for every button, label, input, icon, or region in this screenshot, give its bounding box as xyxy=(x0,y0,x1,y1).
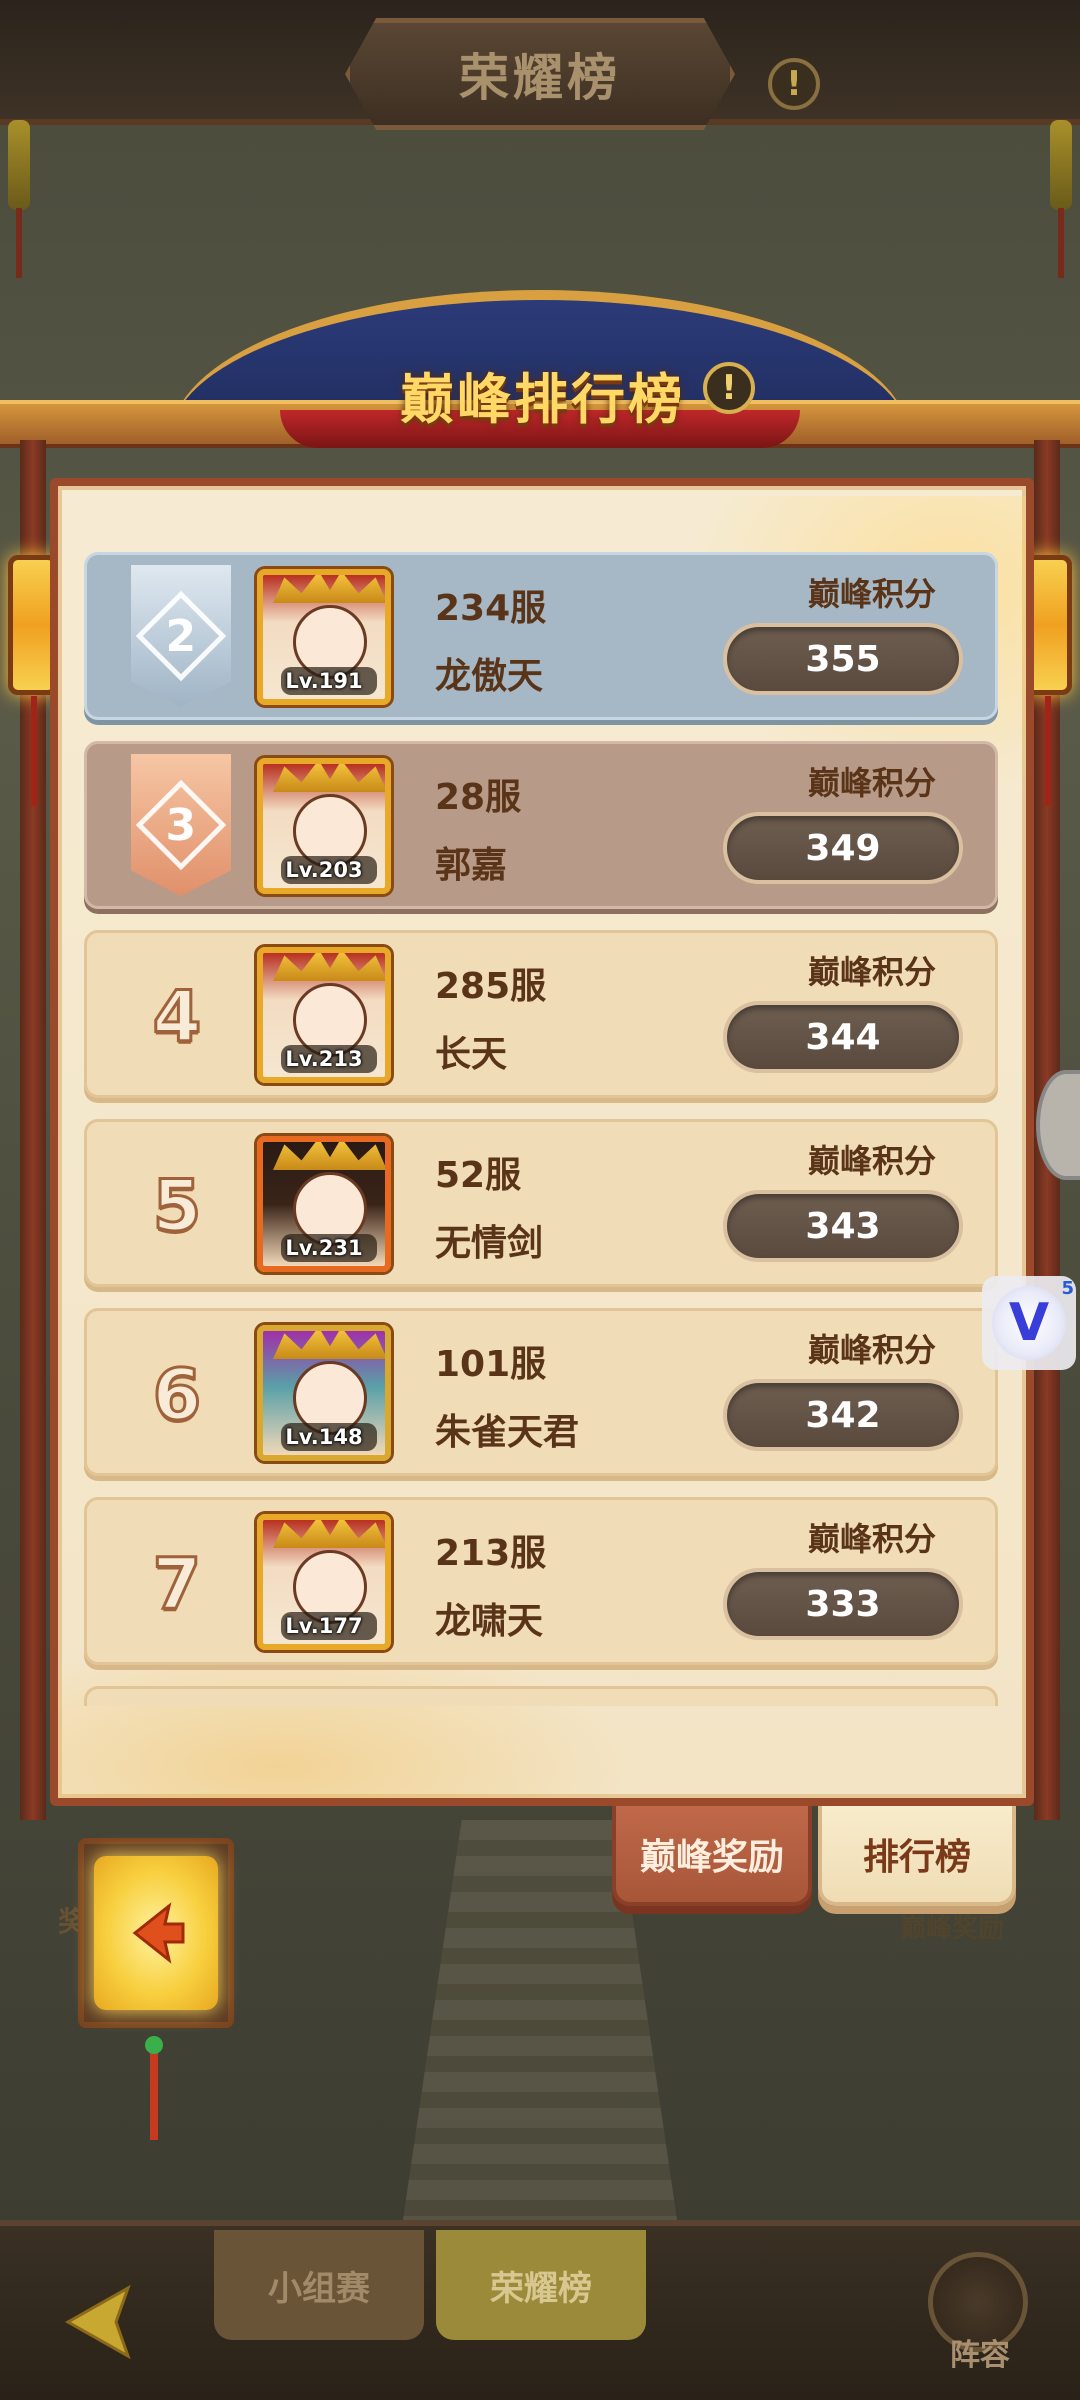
rank-number: 3 xyxy=(165,799,197,851)
header-title: 荣耀榜 xyxy=(459,49,621,107)
player-avatar[interactable]: Lv.148 xyxy=(257,1325,391,1461)
rank-number: 6 xyxy=(151,1353,203,1438)
player-name: 龙傲天 xyxy=(435,656,544,697)
nav-tab-group-stage[interactable]: 小组赛 xyxy=(214,2230,424,2340)
crown-icon xyxy=(273,1142,385,1170)
ranking-list[interactable]: 2 Lv.191 234服 龙傲天 巅峰积分 355 3 Lv.203 28服 … xyxy=(84,552,998,1706)
player-server: 101服 xyxy=(435,1344,547,1385)
score-label: 巅峰积分 xyxy=(807,1520,936,1558)
player-name: 朱雀天君 xyxy=(435,1412,580,1453)
board-roof: 巅峰排行榜 xyxy=(0,290,1080,448)
player-server: 234服 xyxy=(435,588,547,629)
crown-icon xyxy=(273,1520,385,1548)
v-icon: V xyxy=(992,1286,1066,1360)
player-name: 龙啸天 xyxy=(435,1601,544,1642)
nav-lineup-label: 阵容 xyxy=(950,2338,1010,2373)
score-value: 333 xyxy=(723,1568,963,1640)
rank-badge-icon: 2 xyxy=(131,565,231,707)
score-label: 巅峰积分 xyxy=(807,764,936,802)
ranking-row[interactable]: 4 Lv.213 285服 长天 巅峰积分 344 xyxy=(84,930,998,1098)
tab-peak-reward[interactable]: 巅峰奖励 xyxy=(612,1806,812,1906)
player-level: Lv.213 xyxy=(285,1047,363,1071)
player-name: 长天 xyxy=(435,1034,508,1075)
player-level: Lv.148 xyxy=(285,1425,363,1449)
ranking-row[interactable]: 2 Lv.191 234服 龙傲天 巅峰积分 355 xyxy=(84,552,998,720)
score-value: 344 xyxy=(723,1001,963,1073)
floating-v-button[interactable]: V 5 xyxy=(982,1276,1076,1370)
score-label: 巅峰积分 xyxy=(807,953,936,991)
back-button[interactable] xyxy=(94,1856,218,2010)
player-name: 无情剑 xyxy=(435,1223,544,1264)
ranking-row[interactable]: 5 Lv.231 52服 无情剑 巅峰积分 343 xyxy=(84,1119,998,1287)
board-info-icon[interactable]: ! xyxy=(703,362,755,414)
crown-icon xyxy=(273,953,385,981)
rank-number: 7 xyxy=(151,1542,203,1627)
tassel-string xyxy=(150,2040,158,2140)
player-server: 52服 xyxy=(435,1155,522,1196)
lantern-icon xyxy=(8,120,30,278)
score-label: 巅峰积分 xyxy=(807,575,936,613)
info-icon[interactable]: ! xyxy=(768,58,820,110)
player-server: 213服 xyxy=(435,1533,547,1574)
ranking-panel[interactable]: 2 Lv.191 234服 龙傲天 巅峰积分 355 3 Lv.203 28服 … xyxy=(50,478,1034,1806)
ranking-row[interactable]: 7 Lv.177 213服 龙啸天 巅峰积分 333 xyxy=(84,1497,998,1665)
tab-ranking[interactable]: 排行榜 xyxy=(818,1806,1016,1906)
player-server: 285服 xyxy=(435,966,547,1007)
score-value: 342 xyxy=(723,1379,963,1451)
v-badge-count: 5 xyxy=(1061,1278,1074,1299)
score-label: 巅峰积分 xyxy=(807,1331,936,1369)
player-level: Lv.177 xyxy=(285,1614,363,1638)
player-level: Lv.203 xyxy=(285,858,363,882)
score-label: 巅峰积分 xyxy=(807,1142,936,1180)
score-value: 349 xyxy=(723,812,963,884)
rank-number: 4 xyxy=(151,975,203,1060)
rank-number: 5 xyxy=(151,1164,203,1249)
player-avatar[interactable]: Lv.191 xyxy=(257,569,391,705)
player-avatar[interactable]: Lv.203 xyxy=(257,758,391,894)
lantern-icon xyxy=(1050,120,1072,278)
back-arrow-icon xyxy=(132,1902,185,1964)
background-reward-label: 巅峰奖励 xyxy=(900,1914,1005,1944)
player-level: Lv.231 xyxy=(285,1236,363,1260)
tassel-bead xyxy=(145,2036,163,2054)
score-value: 343 xyxy=(723,1190,963,1262)
nav-tab-honor-board[interactable]: 荣耀榜 xyxy=(436,2230,646,2340)
rank-badge-icon: 3 xyxy=(131,754,231,896)
player-level: Lv.191 xyxy=(285,669,363,693)
crown-icon xyxy=(273,1331,385,1359)
player-server: 28服 xyxy=(435,777,522,818)
ranking-row[interactable]: 6 Lv.148 101服 朱雀天君 巅峰积分 342 xyxy=(84,1308,998,1476)
nav-back-arrow-icon[interactable] xyxy=(58,2282,158,2362)
crown-icon xyxy=(273,764,385,792)
player-avatar[interactable]: Lv.177 xyxy=(257,1514,391,1650)
ranking-row[interactable]: 3 Lv.203 28服 郭嘉 巅峰积分 349 xyxy=(84,741,998,909)
ranking-row-partial xyxy=(84,1686,998,1706)
player-avatar[interactable]: Lv.213 xyxy=(257,947,391,1083)
crown-icon xyxy=(273,575,385,603)
board-title: 巅峰排行榜 xyxy=(400,368,685,431)
player-avatar[interactable]: Lv.231 xyxy=(257,1136,391,1272)
score-value: 355 xyxy=(723,623,963,695)
player-name: 郭嘉 xyxy=(435,845,508,886)
rank-number: 2 xyxy=(165,610,197,662)
header-title-plate: 荣耀榜 xyxy=(345,18,735,130)
